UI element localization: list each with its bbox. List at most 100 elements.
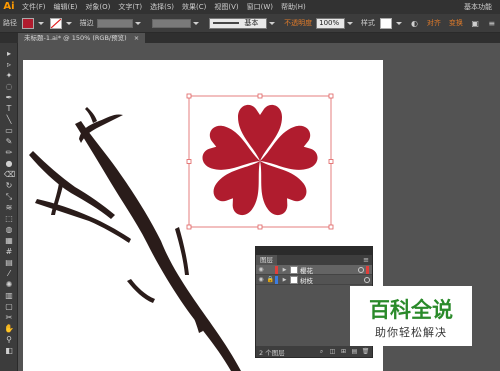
- cherry-blossom[interactable]: [200, 104, 320, 220]
- resize-handle[interactable]: [186, 93, 192, 99]
- width-tool-icon[interactable]: ≋: [4, 203, 14, 212]
- column-graph-tool-icon[interactable]: ▥: [4, 291, 14, 300]
- resize-handle[interactable]: [328, 224, 334, 230]
- visibility-eye-icon[interactable]: ◉: [256, 265, 266, 275]
- direct-selection-tool-icon[interactable]: ▹: [4, 60, 14, 69]
- target-circle-icon[interactable]: [364, 276, 370, 283]
- target-circle-icon[interactable]: [358, 266, 364, 273]
- layer-count: 2 个图层: [259, 348, 285, 357]
- tab-layers[interactable]: 图层: [256, 255, 277, 265]
- blob-brush-tool-icon[interactable]: ●: [4, 159, 14, 168]
- resize-handle[interactable]: [328, 93, 334, 99]
- tree-branch[interactable]: [29, 107, 241, 371]
- fill-dropdown-icon[interactable]: [36, 18, 46, 29]
- rotate-tool-icon[interactable]: ↻: [4, 181, 14, 190]
- visibility-eye-icon[interactable]: ◉: [256, 275, 266, 285]
- layers-panel-tabrow: 图层 ≡: [256, 255, 372, 265]
- line-tool-icon[interactable]: ╲: [4, 115, 14, 124]
- fill-color-swatch[interactable]: [22, 17, 34, 29]
- lock-toggle[interactable]: [266, 265, 275, 275]
- branch-twig: [85, 107, 97, 123]
- resize-handle[interactable]: [257, 93, 263, 99]
- mesh-tool-icon[interactable]: #: [4, 247, 14, 256]
- hand-tool-icon[interactable]: ✋: [4, 324, 14, 333]
- branch-twig: [175, 227, 189, 275]
- panel-menu-icon[interactable]: ≡: [363, 255, 369, 265]
- menu-help[interactable]: 帮助(H): [277, 0, 310, 14]
- opacity-dropdown-icon[interactable]: [345, 18, 355, 29]
- magic-wand-tool-icon[interactable]: ✦: [4, 71, 14, 80]
- recolor-artwork-icon[interactable]: ◐: [409, 18, 420, 29]
- menu-object[interactable]: 对象(O): [81, 0, 114, 14]
- layer-name[interactable]: 樱花: [300, 265, 358, 275]
- layer-color-indicator: [275, 275, 278, 284]
- slice-tool-icon[interactable]: ✂: [4, 313, 14, 322]
- rectangle-tool-icon[interactable]: ▭: [4, 126, 14, 135]
- opacity-link[interactable]: 不透明度: [284, 18, 312, 28]
- eyedropper-tool-icon[interactable]: ⁄: [4, 269, 14, 278]
- scale-tool-icon[interactable]: ⤡: [4, 192, 14, 201]
- isolate-icon[interactable]: ▣: [470, 18, 481, 29]
- variable-width-dropdown-icon[interactable]: [191, 18, 201, 29]
- workspace-switcher[interactable]: 基本功能: [464, 0, 492, 14]
- artboard-tool-icon[interactable]: ▢: [4, 302, 14, 311]
- layers-panel-titlebar[interactable]: [256, 247, 372, 255]
- stroke-color-swatch[interactable]: [50, 17, 62, 29]
- menu-edit[interactable]: 编辑(E): [50, 0, 82, 14]
- document-tab[interactable]: 未标题-1.ai* @ 150% (RGB/预览) ×: [18, 33, 146, 43]
- symbol-sprayer-tool-icon[interactable]: ✺: [4, 280, 14, 289]
- delete-layer-icon[interactable]: 🗑: [361, 347, 370, 356]
- type-tool-icon[interactable]: T: [4, 104, 14, 113]
- resize-handle[interactable]: [186, 159, 192, 164]
- locate-object-icon[interactable]: ⌕: [317, 347, 326, 356]
- menu-type[interactable]: 文字(T): [114, 0, 146, 14]
- resize-handle[interactable]: [257, 224, 263, 230]
- menu-view[interactable]: 视图(V): [210, 0, 242, 14]
- layer-name[interactable]: 树枝: [300, 275, 364, 285]
- selection-tool-icon[interactable]: ▸: [4, 49, 14, 58]
- perspective-tool-icon[interactable]: ▦: [4, 236, 14, 245]
- style-label: 样式: [360, 19, 375, 27]
- stroke-label[interactable]: 描边: [80, 18, 94, 28]
- paintbrush-tool-icon[interactable]: ✎: [4, 137, 14, 146]
- stroke-weight-field[interactable]: [96, 18, 134, 28]
- pen-tool-icon[interactable]: ✒: [4, 93, 14, 102]
- layer-row-blossom[interactable]: ◉ ▶ 樱花: [256, 265, 372, 275]
- shape-builder-tool-icon[interactable]: ◍: [4, 225, 14, 234]
- illustrator-window: Ai 文件(F) 编辑(E) 对象(O) 文字(T) 选择(S) 效果(C) 视…: [0, 0, 500, 371]
- pencil-tool-icon[interactable]: ✏: [4, 148, 14, 157]
- new-layer-icon[interactable]: ▤: [350, 347, 359, 356]
- stroke-dropdown-icon[interactable]: [64, 18, 74, 29]
- menu-file[interactable]: 文件(F): [18, 0, 50, 14]
- brush-definition-field[interactable]: 基本: [209, 17, 268, 29]
- expand-arrow-icon[interactable]: ▶: [281, 267, 288, 273]
- menu-effect[interactable]: 效果(C): [178, 0, 210, 14]
- menu-select[interactable]: 选择(S): [146, 0, 178, 14]
- fill-stroke-swatch-icon[interactable]: ◧: [4, 346, 14, 355]
- lock-icon[interactable]: 🔒: [266, 275, 275, 285]
- clipping-mask-icon[interactable]: ◫: [328, 347, 337, 356]
- panel-menu-icon[interactable]: ≡: [486, 18, 497, 29]
- resize-handle[interactable]: [186, 224, 192, 230]
- brush-dropdown-icon[interactable]: [267, 18, 277, 29]
- opacity-field[interactable]: 100%: [316, 17, 346, 29]
- layer-row-branch[interactable]: ◉ 🔒 ▶ 树枝: [256, 275, 372, 285]
- control-bar: 路径 描边 基本 不透明度 100% 样式 ◐ 对齐 变换 ▣ ≡: [0, 14, 500, 33]
- stroke-weight-dropdown-icon[interactable]: [133, 18, 143, 29]
- zoom-tool-icon[interactable]: ⚲: [4, 335, 14, 344]
- free-transform-tool-icon[interactable]: ⬚: [4, 214, 14, 223]
- gradient-tool-icon[interactable]: ▤: [4, 258, 14, 267]
- graphic-style-swatch[interactable]: [379, 17, 392, 29]
- expand-arrow-icon[interactable]: ▶: [281, 277, 288, 283]
- lasso-tool-icon[interactable]: ◌: [4, 82, 14, 91]
- style-dropdown-icon[interactable]: [394, 18, 404, 29]
- align-link[interactable]: 对齐: [427, 18, 441, 28]
- variable-width-field[interactable]: [152, 18, 191, 28]
- transform-link[interactable]: 变换: [449, 18, 463, 28]
- layer-color-indicator: [275, 265, 278, 274]
- resize-handle[interactable]: [328, 159, 334, 164]
- close-icon[interactable]: ×: [134, 34, 139, 42]
- eraser-tool-icon[interactable]: ⌫: [4, 170, 15, 179]
- menu-window[interactable]: 窗口(W): [243, 0, 277, 14]
- new-sublayer-icon[interactable]: ⊞: [339, 347, 348, 356]
